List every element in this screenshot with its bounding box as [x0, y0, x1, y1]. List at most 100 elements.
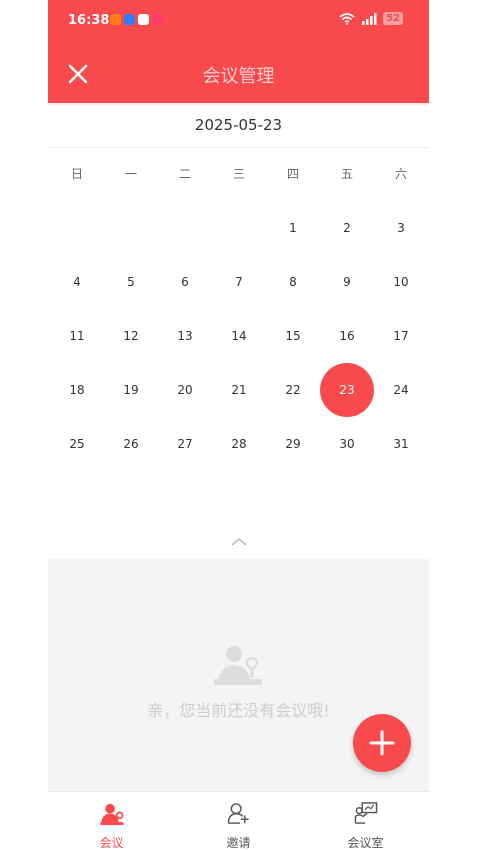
- calendar-day-number: [158, 201, 212, 255]
- calendar-day-number: [104, 201, 158, 255]
- calendar-day[interactable]: 19: [104, 363, 158, 417]
- chevron-up-icon[interactable]: [230, 536, 248, 548]
- calendar-day-number: 15: [285, 329, 301, 343]
- calendar-day-number: 18: [69, 383, 85, 397]
- calendar-week-row: 25 26 27 28 29 30 31: [50, 417, 428, 471]
- meeting-room-icon: [354, 802, 377, 824]
- calendar-day-number: 23: [320, 363, 374, 417]
- weekday-label: 二: [178, 167, 191, 181]
- calendar-day-number: 21: [231, 383, 247, 397]
- calendar-day-number: 6: [181, 275, 189, 289]
- calendar-day[interactable]: 26: [104, 417, 158, 471]
- calendar-day[interactable]: 15: [266, 309, 320, 363]
- news-app-icon: [138, 14, 149, 25]
- app-screen: 16:38 52 会议管理 2025-05-23 日 一 二 三 四 五 六 1…: [48, 0, 429, 850]
- music-app-icon: [152, 14, 163, 25]
- calendar-day-number: 14: [231, 329, 247, 343]
- weekday-label: 四: [286, 167, 299, 181]
- nav-item-label: 会议室: [347, 836, 384, 850]
- calendar-day-number: 17: [393, 329, 409, 343]
- nav-item-meeting-room[interactable]: 会议室: [302, 792, 429, 850]
- calendar-day-number: 19: [123, 383, 139, 397]
- calendar-day[interactable]: 21: [212, 363, 266, 417]
- calendar-day[interactable]: 7: [212, 255, 266, 309]
- browser-app-icon: [124, 14, 135, 25]
- calendar-day[interactable]: 13: [158, 309, 212, 363]
- calendar-day[interactable]: 24: [374, 363, 428, 417]
- calendar-day[interactable]: 5: [104, 255, 158, 309]
- calendar-day[interactable]: 6: [158, 255, 212, 309]
- calendar-day[interactable]: 30: [320, 417, 374, 471]
- calendar-day[interactable]: 25: [50, 417, 104, 471]
- nav-item-label: 会议: [99, 836, 124, 850]
- calendar-day-number: 31: [393, 437, 409, 451]
- calendar-day-number: 9: [343, 275, 351, 289]
- calendar-day-number: 11: [69, 329, 85, 343]
- calendar-day[interactable]: 12: [104, 309, 158, 363]
- calendar-day[interactable]: 11: [50, 309, 104, 363]
- calendar-day-number: 26: [123, 437, 139, 451]
- calendar-day[interactable]: 28: [212, 417, 266, 471]
- nav-item-label: 邀请: [226, 836, 251, 850]
- calendar-day[interactable]: 20: [158, 363, 212, 417]
- calendar-day[interactable]: 27: [158, 417, 212, 471]
- calendar-day-number: 20: [177, 383, 193, 397]
- calendar-day[interactable]: 4: [50, 255, 104, 309]
- calendar-day-number: 4: [73, 275, 81, 289]
- calendar-day-number: 27: [177, 437, 193, 451]
- status-indicators: 52: [339, 12, 403, 25]
- calendar-day[interactable]: 1: [266, 201, 320, 255]
- calendar-day[interactable]: 3: [374, 201, 428, 255]
- calendar-week-row: 18 19 20 21 22 23 24: [50, 363, 428, 417]
- calendar-day[interactable]: 14: [212, 309, 266, 363]
- calendar-day-number: 28: [231, 437, 247, 451]
- calendar-week-row: 11 12 13 14 15 16 17: [50, 309, 428, 363]
- calendar-day-empty: [158, 201, 212, 255]
- calendar-day-number: 24: [393, 383, 409, 397]
- calendar-day-number: 29: [285, 437, 301, 451]
- calendar-day-number: 7: [235, 275, 243, 289]
- weekday-label: 一: [124, 167, 137, 181]
- bottom-nav: 会议 邀请 会议室: [48, 791, 429, 850]
- calendar-day[interactable]: 16: [320, 309, 374, 363]
- page-title: 会议管理: [202, 66, 275, 87]
- calendar-day-number: 8: [289, 275, 297, 289]
- calendar-day-number: 1: [289, 221, 297, 235]
- calendar-day[interactable]: 2: [320, 201, 374, 255]
- calendar-day[interactable]: 17: [374, 309, 428, 363]
- weekday-header: 日 一 二 三 四 五 六: [50, 147, 428, 201]
- app-header: 16:38 52 会议管理: [48, 0, 429, 103]
- nav-item-invite[interactable]: 邀请: [175, 792, 302, 850]
- calendar-day-number: 12: [123, 329, 139, 343]
- calendar-day-number: 2: [343, 221, 351, 235]
- calendar-day[interactable]: 8: [266, 255, 320, 309]
- nav-item-meeting[interactable]: 会议: [48, 792, 175, 850]
- calendar-week-row: 1 2 3: [50, 201, 428, 255]
- add-meeting-button[interactable]: [353, 714, 411, 772]
- calendar-day-number: 13: [177, 329, 193, 343]
- calendar-day[interactable]: 29: [266, 417, 320, 471]
- meeting-person-icon: [100, 803, 123, 825]
- calendar-day[interactable]: 18: [50, 363, 104, 417]
- empty-meeting-icon: [214, 646, 262, 685]
- calendar-day[interactable]: 31: [374, 417, 428, 471]
- invite-person-icon: [227, 803, 249, 824]
- calendar-day-number: 22: [285, 383, 301, 397]
- calendar-day[interactable]: 9: [320, 255, 374, 309]
- calendar-day-number: 30: [339, 437, 355, 451]
- calendar-day-number: [50, 201, 104, 255]
- status-time: 16:38: [68, 13, 110, 28]
- battery-level: 52: [383, 12, 403, 25]
- video-app-icon: [110, 14, 121, 25]
- calendar-day-empty: [212, 201, 266, 255]
- weekday-label: 日: [70, 167, 83, 181]
- status-app-icons: [110, 14, 163, 25]
- calendar-day[interactable]: 22: [266, 363, 320, 417]
- calendar-day-selected[interactable]: 23: [320, 363, 374, 417]
- weekday-label: 六: [394, 167, 407, 181]
- selected-date-label[interactable]: 2025-05-23: [48, 103, 429, 148]
- weekday-label: 五: [340, 167, 353, 181]
- calendar-day-number: 10: [393, 275, 409, 289]
- calendar-day[interactable]: 10: [374, 255, 428, 309]
- wifi-icon: [339, 12, 355, 25]
